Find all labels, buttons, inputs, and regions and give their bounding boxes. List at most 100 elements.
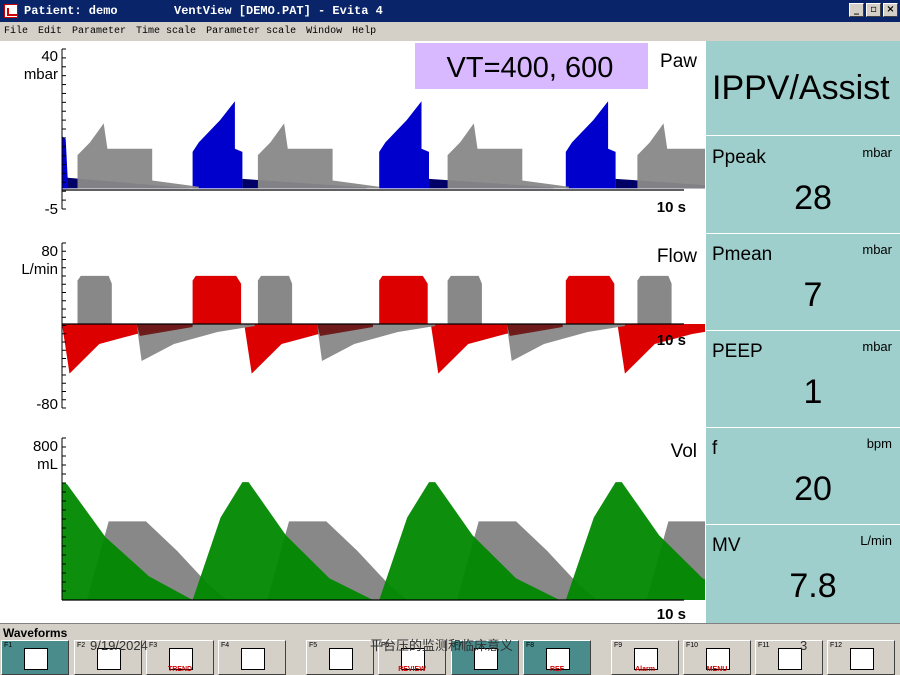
param-unit: mbar <box>862 145 892 160</box>
param-value: 7.8 <box>789 567 837 605</box>
menu-edit[interactable]: Edit <box>38 26 62 37</box>
parameter-panel: IPPV/Assist Ppeak mbar 28 Pmean mbar 7 P… <box>706 41 900 623</box>
fkey-icon <box>778 648 802 670</box>
param-name: PEEP <box>712 341 763 362</box>
footer-date: 9/19/2024 <box>90 638 148 653</box>
waveform-area: 40 mbar -5 10 s Paw 80 L/min -80 10 s Fl… <box>0 41 705 623</box>
fkey-f9[interactable]: F9 Alarm <box>611 640 679 675</box>
fkey-number: F3 <box>149 642 158 649</box>
vol-label: Vol <box>671 441 697 462</box>
menu-parameter[interactable]: Parameter <box>72 26 126 37</box>
fkey-number: F2 <box>77 642 86 649</box>
param-ppeak: Ppeak mbar 28 <box>706 137 900 234</box>
paw-blue-breath <box>62 136 69 189</box>
fkey-f8[interactable]: F8 REF <box>523 640 591 675</box>
paw-unit: mbar <box>24 66 58 83</box>
vol-time-label: 10 s <box>657 606 686 623</box>
paw-label: Paw <box>660 51 697 72</box>
fkey-number: F10 <box>686 642 699 649</box>
param-unit: mbar <box>862 242 892 257</box>
param-name: Pmean <box>712 244 773 265</box>
window-title: VentView [DEMO.PAT] - Evita 4 <box>174 4 383 18</box>
menu-window[interactable]: Window <box>306 26 342 37</box>
param-value: 28 <box>794 179 832 217</box>
fkey-f11[interactable]: F11 <box>755 640 823 675</box>
param-name: MV <box>712 535 741 556</box>
fkey-number: F9 <box>614 642 623 649</box>
paw-gray-breath <box>447 123 569 189</box>
flow-time-label: 10 s <box>657 332 686 349</box>
flow-red-insp <box>565 275 615 324</box>
fkey-text: MENU <box>706 666 728 673</box>
flow-ymax: 80 <box>41 243 58 260</box>
param-value: 7 <box>803 276 823 314</box>
fkey-icon <box>850 648 874 670</box>
paw-blue-breath <box>379 101 429 189</box>
fkey-f1[interactable]: F1 <box>1 640 69 675</box>
fkey-f5[interactable]: F5 <box>306 640 374 675</box>
fkey-icon <box>241 648 265 670</box>
fkey-f12[interactable]: F12 <box>827 640 895 675</box>
paw-ymax: 40 <box>41 48 58 65</box>
flow-chart: 80 L/min -80 10 s Flow <box>21 242 705 413</box>
mode-box: IPPV/Assist <box>706 41 900 136</box>
menu-parameter-scale[interactable]: Parameter scale <box>206 26 296 37</box>
paw-ymin: -5 <box>45 201 58 218</box>
menu-time-scale[interactable]: Time scale <box>136 26 196 37</box>
footer-page: 3 <box>800 638 808 653</box>
flow-gray-insp <box>257 275 293 324</box>
ventilation-mode: IPPV/Assist <box>712 69 890 107</box>
menu-file[interactable]: File <box>4 26 28 37</box>
menu-bar: File Edit Parameter Time scale Parameter… <box>0 22 900 41</box>
title-bar: Patient: demo VentView [DEMO.PAT] - Evit… <box>0 0 900 22</box>
minimize-button[interactable]: _ <box>849 3 864 17</box>
footer-title: 平台压的监测和临床意义 <box>370 638 514 653</box>
menu-help[interactable]: Help <box>352 26 376 37</box>
flow-gray-insp <box>637 275 672 324</box>
waveform-svg: 40 mbar -5 10 s Paw 80 L/min -80 10 s Fl… <box>21 43 705 623</box>
flow-ymin: -80 <box>36 396 58 413</box>
param-name: f <box>712 438 718 459</box>
fkey-text: REF <box>550 666 564 673</box>
param-value: 20 <box>794 470 832 508</box>
param-pmean: Pmean mbar 7 <box>706 234 900 331</box>
fkey-text: TREND <box>167 666 193 673</box>
waveforms-label: Waveforms <box>3 626 68 640</box>
fkey-icon <box>329 648 353 670</box>
fkey-number: F11 <box>758 642 770 649</box>
app-icon <box>4 4 18 18</box>
fkey-f10[interactable]: F10 MENU <box>683 640 751 675</box>
paw-gray-breath <box>77 123 199 189</box>
param-value: 1 <box>803 373 823 411</box>
flow-gray-insp <box>77 275 112 324</box>
vol-chart: 800 mL 10 s Vol <box>33 437 705 623</box>
paw-gray-breath <box>637 123 705 189</box>
fkey-number: F1 <box>4 642 13 649</box>
param-peep: PEEP mbar 1 <box>706 331 900 428</box>
vt-annotation: VT=400, 600 <box>447 52 614 84</box>
vol-ymax: 800 <box>33 438 58 455</box>
fkey-f4[interactable]: F4 <box>218 640 286 675</box>
param-unit: mbar <box>862 339 892 354</box>
fkey-text: REVIEW <box>398 666 426 673</box>
fkey-number: F12 <box>830 642 843 649</box>
flow-unit: L/min <box>21 261 58 278</box>
paw-blue-breath <box>192 101 243 189</box>
flow-red-insp <box>379 275 428 324</box>
paw-time-label: 10 s <box>657 199 686 216</box>
param-name: Ppeak <box>712 147 766 168</box>
flow-label: Flow <box>657 246 697 267</box>
param-f: f bpm 20 <box>706 428 900 525</box>
vol-unit: mL <box>37 456 58 473</box>
fkey-number: F8 <box>526 642 535 649</box>
fkey-number: F5 <box>309 642 318 649</box>
fkey-number: F4 <box>221 642 230 649</box>
patient-label: Patient: demo <box>24 4 118 18</box>
close-button[interactable]: × <box>883 3 898 17</box>
maximize-button[interactable]: ▫ <box>866 3 881 17</box>
fkey-f3[interactable]: F3 TREND <box>146 640 214 675</box>
flow-gray-insp <box>447 275 482 324</box>
fkey-text: Alarm <box>635 666 655 673</box>
paw-gray-breath <box>257 123 380 189</box>
param-mv: MV L/min 7.8 <box>706 525 900 622</box>
